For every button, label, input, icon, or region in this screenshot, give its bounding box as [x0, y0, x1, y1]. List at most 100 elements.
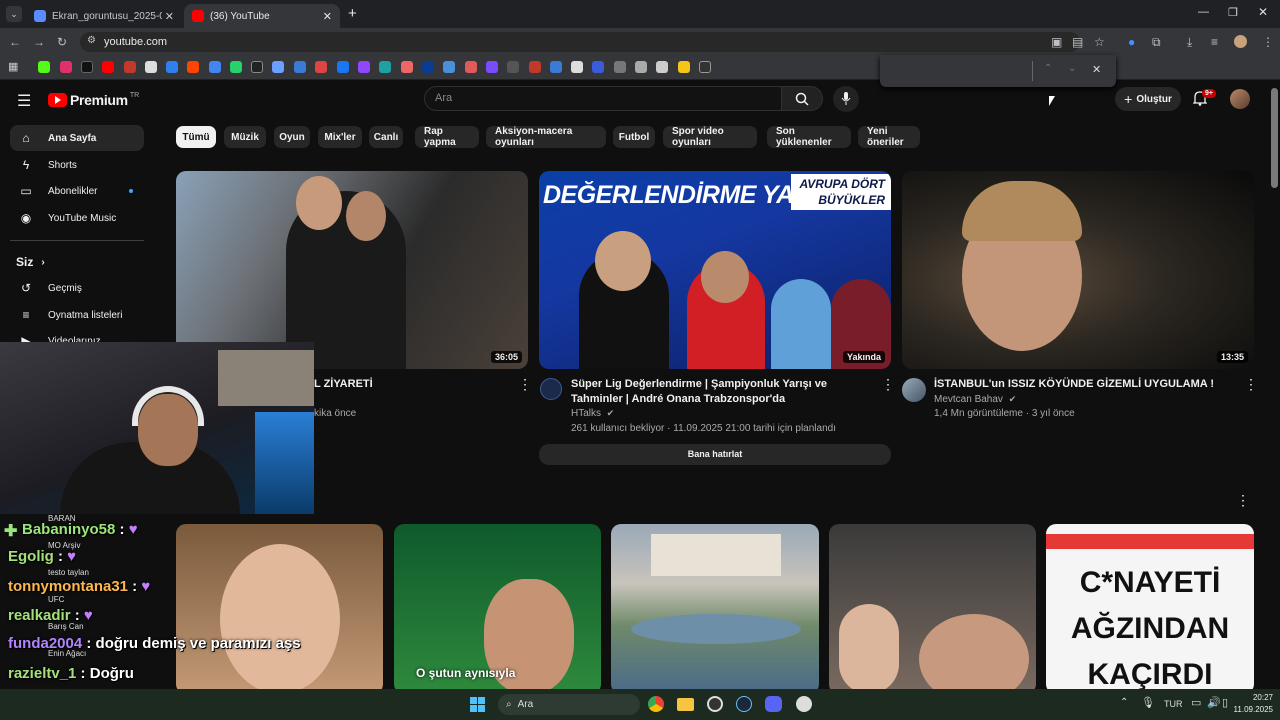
sidebar-item-home[interactable]: ⌂ Ana Sayfa: [10, 125, 144, 151]
sidebar-item-shorts[interactable]: ϟ Shorts: [10, 152, 144, 178]
chip-5[interactable]: Rap yapma: [415, 126, 479, 148]
chip-0[interactable]: Tümü: [176, 126, 216, 148]
sidebar-item-subscriptions[interactable]: ▭ Abonelikler: [10, 178, 144, 204]
find-next-icon[interactable]: ⌄: [1068, 63, 1076, 74]
channel-name[interactable]: Mevtcan Bahav ✔: [934, 392, 1016, 407]
youtube-logo[interactable]: Premium TR: [48, 92, 139, 108]
shorts-more-options-icon[interactable]: ⋮: [1236, 492, 1250, 509]
bookmark-chrome-icon[interactable]: [145, 61, 157, 73]
bookmark-twitch-icon[interactable]: [358, 61, 370, 73]
short-thumbnail[interactable]: O şutun aynısıyla: [394, 524, 601, 694]
search-input[interactable]: Ara: [424, 86, 782, 111]
sidebar-you-header[interactable]: Siz ›: [16, 255, 45, 269]
close-icon[interactable]: ✕: [165, 10, 174, 23]
bookmark-stack-icon[interactable]: [656, 61, 668, 73]
tab-youtube[interactable]: (36) YouTube ✕: [184, 4, 340, 28]
chip-6[interactable]: Aksiyon-macera oyunları: [486, 126, 606, 148]
bookmark-translate-icon[interactable]: [209, 61, 221, 73]
menu-icon[interactable]: ⋮: [1262, 35, 1274, 49]
reader-icon[interactable]: ▤: [1072, 35, 1083, 49]
chip-7[interactable]: Futbol: [613, 126, 655, 148]
close-window-icon[interactable]: ✕: [1258, 5, 1268, 19]
bookmark-gear-icon[interactable]: [635, 61, 647, 73]
chip-3[interactable]: Mix'ler: [318, 126, 362, 148]
video-thumbnail[interactable]: DEĞERLENDİRME YAYINI AVRUPA DÖRT BÜYÜKLE…: [539, 171, 891, 369]
more-options-icon[interactable]: ⋮: [1244, 376, 1258, 393]
chip-1[interactable]: Müzik: [224, 126, 266, 148]
chip-4[interactable]: Canlı: [369, 126, 403, 148]
tab-screenshot[interactable]: Ekran_goruntusu_2025-09-11_( ✕: [26, 4, 182, 28]
search-button[interactable]: [781, 86, 823, 111]
bookmark-window-icon[interactable]: [443, 61, 455, 73]
short-thumbnail[interactable]: C*NAYETİ AĞZINDAN KAÇIRDI: [1046, 524, 1254, 694]
bookmark-s2-icon[interactable]: [486, 61, 498, 73]
extensions-icon[interactable]: ⧉: [1152, 35, 1161, 50]
video-title[interactable]: Süper Lig Değerlendirme | Şampiyonluk Ya…: [571, 377, 871, 407]
video-title[interactable]: L ZİYARETİ: [314, 377, 373, 392]
bookmark-wave-icon[interactable]: [379, 61, 391, 73]
bookmark-arrow-icon[interactable]: [550, 61, 562, 73]
more-options-icon[interactable]: ⋮: [518, 376, 532, 393]
bookmark-blue-icon[interactable]: [166, 61, 178, 73]
bookmark-clock-icon[interactable]: [571, 61, 583, 73]
remind-me-button[interactable]: Bana hatırlat: [539, 444, 891, 465]
short-thumbnail[interactable]: [829, 524, 1036, 694]
bookmark-sync-icon[interactable]: [272, 61, 284, 73]
bookmark-reddit-icon[interactable]: [187, 61, 199, 73]
video-thumbnail[interactable]: 36:05: [176, 171, 528, 369]
download-icon[interactable]: ⤓: [1187, 35, 1192, 50]
bookmark-youtube-icon[interactable]: [102, 61, 114, 73]
profile-avatar[interactable]: [1234, 35, 1247, 48]
find-input[interactable]: [888, 61, 1028, 81]
find-close-icon[interactable]: ✕: [1092, 63, 1101, 76]
sidebar-item-music[interactable]: ◉ YouTube Music: [10, 205, 144, 231]
more-options-icon[interactable]: ⋮: [881, 376, 895, 393]
bookmark-square-icon[interactable]: [592, 61, 604, 73]
media-taskbar-icon[interactable]: [796, 696, 812, 712]
obs-taskbar-icon[interactable]: [707, 696, 723, 712]
sidebar-item-playlists[interactable]: ≡ Oynatma listeleri: [10, 302, 144, 328]
extension-blue-icon[interactable]: ●: [1128, 35, 1135, 49]
reading-list-icon[interactable]: ≡: [1211, 35, 1218, 49]
bookmark-link-icon[interactable]: [401, 61, 413, 73]
chrome-taskbar-icon[interactable]: [648, 696, 664, 712]
bookmark-coin-icon[interactable]: [678, 61, 690, 73]
bookmark-red-icon[interactable]: [124, 61, 136, 73]
maximize-icon[interactable]: ❐: [1228, 6, 1238, 19]
back-icon[interactable]: ←: [9, 35, 21, 49]
cast-icon[interactable]: ▣: [1051, 35, 1062, 49]
discord-taskbar-icon[interactable]: [765, 696, 782, 712]
bookmark-x-icon[interactable]: [81, 61, 93, 73]
tray-chevron-icon[interactable]: ⌃: [1120, 697, 1128, 708]
tray-mic-icon[interactable]: 🎙: [1141, 696, 1155, 709]
chip-8[interactable]: Spor video oyunları: [663, 126, 757, 148]
bookmark-instagram-icon[interactable]: [60, 61, 72, 73]
sidebar-item-history[interactable]: ↺ Geçmiş: [10, 275, 144, 301]
steam-taskbar-icon[interactable]: [736, 696, 752, 712]
chip-2[interactable]: Oyun: [274, 126, 310, 148]
bookmark-play-icon[interactable]: [294, 61, 306, 73]
tray-time[interactable]: 20:27: [1243, 693, 1273, 702]
page-scrollbar[interactable]: [1271, 88, 1278, 188]
video-title[interactable]: İSTANBUL'un ISSIZ KÖYÜNDE GİZEMLİ UYGULA…: [934, 377, 1234, 392]
bookmark-star-icon[interactable]: ☆: [1094, 35, 1105, 49]
start-icon[interactable]: [470, 697, 485, 712]
bookmark-cloud-icon[interactable]: [465, 61, 477, 73]
short-thumbnail[interactable]: [611, 524, 819, 694]
bookmark-b-icon[interactable]: [422, 61, 434, 73]
tray-network-icon[interactable]: ▭: [1191, 696, 1201, 709]
bookmark-dash-icon[interactable]: [614, 61, 626, 73]
bookmark-grid-icon[interactable]: [507, 61, 519, 73]
taskbar-search[interactable]: ⌕ Ara: [498, 694, 640, 715]
video-thumbnail[interactable]: 13:35: [902, 171, 1254, 369]
create-button[interactable]: + Oluştur: [1115, 87, 1181, 111]
bookmark-chart-icon[interactable]: [529, 61, 541, 73]
minimize-icon[interactable]: —: [1198, 6, 1209, 18]
channel-name[interactable]: HTalks ✔: [571, 406, 614, 421]
new-tab-button[interactable]: +: [348, 5, 357, 22]
bookmark-tag-icon[interactable]: [699, 61, 711, 73]
bookmark-mail-icon[interactable]: [315, 61, 327, 73]
bookmark-kick-icon[interactable]: [38, 61, 50, 73]
bookmark-whatsapp-icon[interactable]: [230, 61, 242, 73]
close-icon[interactable]: ✕: [323, 10, 332, 23]
